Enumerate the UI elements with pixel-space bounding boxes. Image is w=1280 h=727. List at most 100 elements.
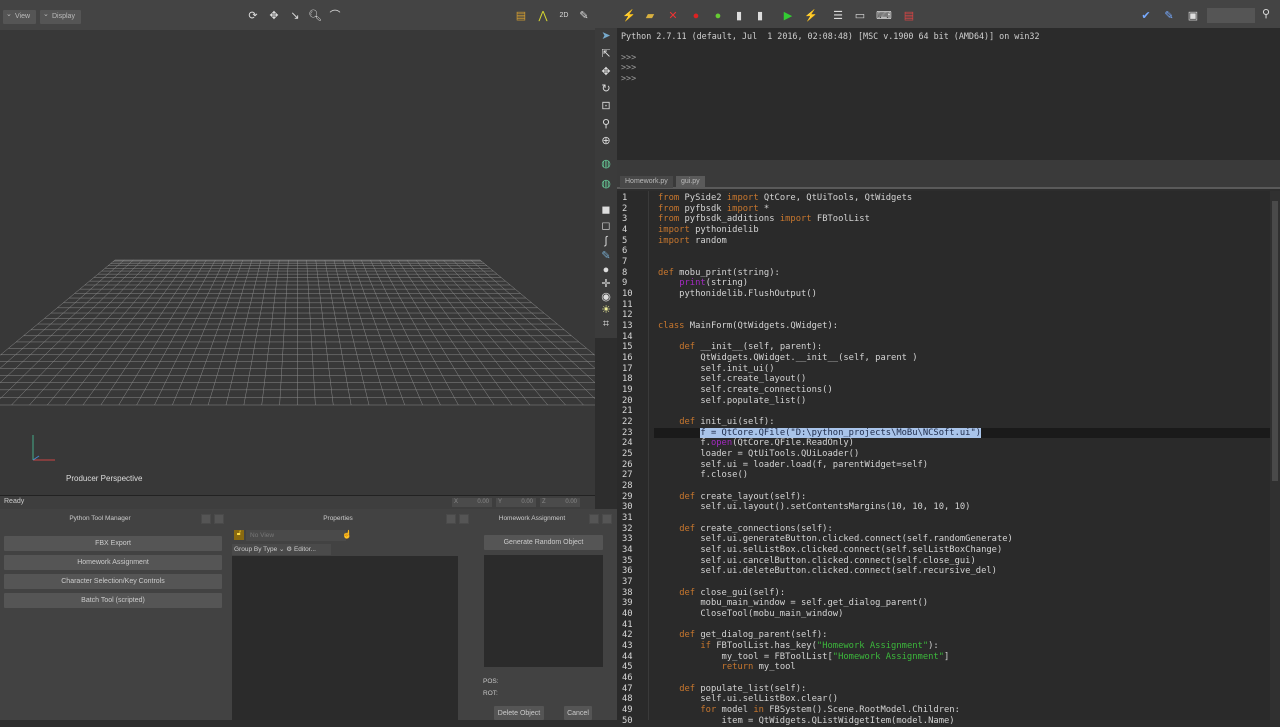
pen-icon[interactable]: ✎ xyxy=(578,10,590,22)
stop-icon[interactable]: ● xyxy=(690,10,702,22)
run-icon[interactable]: ▶ xyxy=(782,10,794,22)
tab-gui-py[interactable]: gui.py xyxy=(676,176,705,188)
code-line[interactable]: def create_layout(self): xyxy=(658,492,806,503)
cancel-button[interactable]: Cancel xyxy=(564,706,592,720)
frame-icon[interactable]: ⌗ xyxy=(600,318,612,330)
brush-icon[interactable]: ✎ xyxy=(600,250,612,262)
tool-fbx-export-button[interactable]: FBX Export xyxy=(4,536,222,551)
debug-icon[interactable]: ▤ xyxy=(903,10,915,22)
code-line[interactable]: def populate_list(self): xyxy=(658,684,806,695)
curve-icon[interactable]: ⋀ xyxy=(537,10,549,22)
code-editor[interactable]: 1 2 3 4 5 6 7 8 9 10 11 12 13 14 15 16 17 18 19 20 21 22 23 24 2… xyxy=(617,191,1270,726)
pivot-icon[interactable]: ⊕ xyxy=(600,135,612,147)
code-line[interactable]: pythonidelib.FlushOutput() xyxy=(658,289,817,300)
pointer-icon[interactable]: ☝ xyxy=(342,530,352,539)
translate-icon[interactable]: ⇱ xyxy=(600,48,612,60)
code-line[interactable]: self.ui.selListBox.clicked.connect(self.… xyxy=(658,545,1002,556)
new-script-icon[interactable]: ⚡ xyxy=(622,10,636,22)
zoom-icon[interactable]: 🔍︎ xyxy=(308,10,322,22)
cube-wire-icon[interactable]: ◻ xyxy=(600,220,612,232)
tool-homework-assignment-button[interactable]: Homework Assignment xyxy=(4,555,222,570)
joint-icon[interactable]: ✛ xyxy=(600,278,612,290)
code-line[interactable]: self.ui.generateButton.clicked.connect(s… xyxy=(658,534,1012,545)
clear-icon[interactable]: ● xyxy=(712,10,724,22)
close-panel-icon[interactable] xyxy=(459,514,469,524)
light-icon[interactable]: ☀ xyxy=(600,304,612,316)
code-line[interactable]: loader = QtUiTools.QUiLoader() xyxy=(658,449,859,460)
code-line[interactable]: CloseTool(mobu_main_window) xyxy=(658,609,843,620)
move-icon[interactable]: ✥ xyxy=(600,66,612,78)
dolly-icon[interactable]: ↘ xyxy=(289,10,301,22)
code-line[interactable]: my_tool = FBToolList["Homework Assignmen… xyxy=(658,652,950,663)
globe-icon[interactable]: ◍ xyxy=(600,158,612,170)
code-line[interactable]: self.create_layout() xyxy=(658,374,806,385)
curve-tool-icon[interactable]: ∫ xyxy=(600,235,612,247)
object-list[interactable] xyxy=(484,555,603,667)
code-line[interactable]: self.ui.layout().setContentsMargins(10, … xyxy=(658,502,970,513)
close-icon[interactable]: ✕ xyxy=(667,10,679,22)
code-line[interactable]: print(string) xyxy=(658,278,748,289)
indent-icon[interactable]: ☰ xyxy=(832,10,844,22)
view-menu-button[interactable]: View xyxy=(3,8,37,24)
group-by-dropdown[interactable]: Group By Type ⌄ ⚙ Editor... xyxy=(232,544,331,555)
float-icon[interactable] xyxy=(589,514,599,524)
code-line[interactable]: self.ui = loader.load(f, parentWidget=se… xyxy=(658,460,928,471)
code-line[interactable]: f.open(QtCore.QFile.ReadOnly) xyxy=(658,438,854,449)
editor-scrollbar[interactable] xyxy=(1270,191,1280,720)
code-line[interactable]: return my_tool xyxy=(658,662,796,673)
properties-list[interactable] xyxy=(232,556,458,720)
code-line[interactable]: self.ui.selListBox.clear() xyxy=(658,694,838,705)
eye-icon[interactable]: ◉ xyxy=(600,291,612,303)
open-folder-icon[interactable]: ▰ xyxy=(644,10,656,22)
python-console[interactable]: Python 2.7.11 (default, Jul 1 2016, 02:0… xyxy=(617,28,1280,160)
code-line[interactable]: if FBToolList.has_key("Homework Assignme… xyxy=(658,641,938,652)
code-line[interactable]: def get_dialog_parent(self): xyxy=(658,630,827,641)
shortcut-icon[interactable]: ⌨ xyxy=(876,10,892,22)
search-input[interactable] xyxy=(1207,8,1255,23)
scale-icon[interactable]: ⊡ xyxy=(600,100,612,112)
delete-object-button[interactable]: Delete Object xyxy=(494,706,544,720)
code-line[interactable]: def close_gui(self): xyxy=(658,588,785,599)
2d-icon[interactable]: 2D xyxy=(558,10,570,22)
view-select[interactable]: No View xyxy=(246,530,346,541)
code-line[interactable]: import random xyxy=(658,236,727,247)
code-line[interactable]: import pythonidelib xyxy=(658,225,759,236)
tool-batch-tool-button[interactable]: Batch Tool (scripted) xyxy=(4,593,222,608)
local-icon[interactable]: ◍ xyxy=(600,178,612,190)
editor-button[interactable]: Editor... xyxy=(294,546,316,553)
lock-icon[interactable]: 🔓︎ xyxy=(234,530,244,540)
code-line[interactable]: def init_ui(self): xyxy=(658,417,774,428)
search-icon[interactable]: ⚲ xyxy=(1260,8,1272,20)
save-icon[interactable]: ▮ xyxy=(733,10,745,22)
code-line[interactable]: f.close() xyxy=(658,470,748,481)
code-line[interactable]: self.populate_list() xyxy=(658,396,806,407)
x-field[interactable]: X 0.00 xyxy=(452,498,492,507)
link-icon[interactable]: ⚲ xyxy=(600,118,612,130)
pin-icon[interactable]: ✔ xyxy=(1140,10,1152,22)
rotate-icon[interactable]: ↻ xyxy=(600,83,612,95)
select-icon[interactable]: ➤ xyxy=(600,30,612,42)
roll-icon[interactable]: ⌒ xyxy=(329,10,341,22)
cube-icon[interactable]: ◼ xyxy=(600,204,612,216)
tool-character-selection-button[interactable]: Character Selection/Key Controls xyxy=(4,574,222,589)
display-menu-button[interactable]: Display xyxy=(40,8,81,24)
sphere-icon[interactable]: ● xyxy=(600,264,612,276)
run-selection-icon[interactable]: ⚡ xyxy=(804,10,818,22)
console-icon[interactable]: ▭ xyxy=(854,10,866,22)
scrollbar-thumb[interactable] xyxy=(1272,201,1278,481)
3d-viewport[interactable]: Producer Perspective xyxy=(0,30,595,495)
code-line[interactable]: def mobu_print(string): xyxy=(658,268,780,279)
float-icon[interactable] xyxy=(201,514,211,524)
code-line[interactable]: self.ui.deleteButton.clicked.connect(sel… xyxy=(658,566,997,577)
code-line[interactable]: def create_connections(self): xyxy=(658,524,833,535)
code-line[interactable]: def __init__(self, parent): xyxy=(658,342,822,353)
code-line[interactable]: from PySide2 import QtCore, QtUiTools, Q… xyxy=(658,193,912,204)
ruler-icon[interactable]: ▤ xyxy=(515,10,527,22)
close-panel-icon[interactable] xyxy=(602,514,612,524)
pin-edit-icon[interactable]: ✎ xyxy=(1163,10,1175,22)
code-line[interactable]: QtWidgets.QWidget.__init__(self, parent … xyxy=(658,353,917,364)
layout-icon[interactable]: ▣ xyxy=(1187,10,1199,22)
save-as-icon[interactable]: ▮ xyxy=(754,10,766,22)
z-field[interactable]: Z 0.00 xyxy=(540,498,580,507)
code-line[interactable]: mobu_main_window = self.get_dialog_paren… xyxy=(658,598,928,609)
